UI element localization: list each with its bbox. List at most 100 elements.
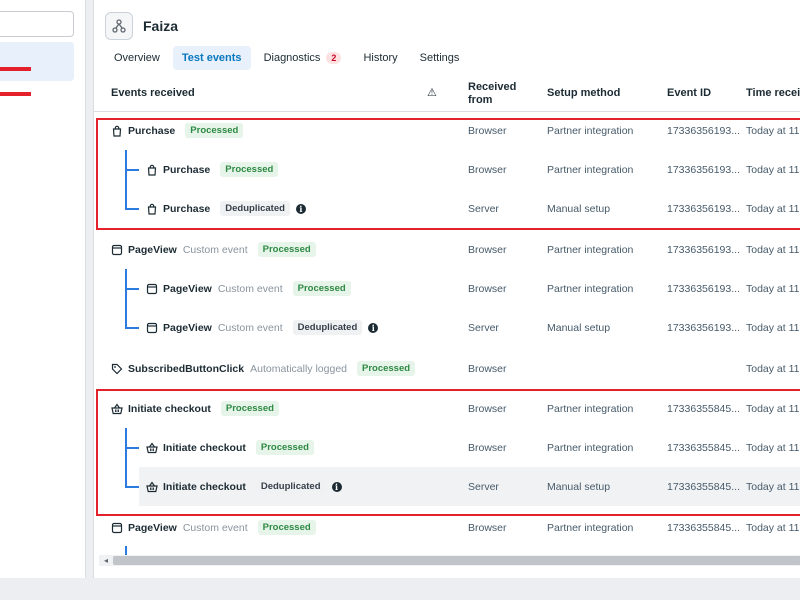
time-received-cell: Today at 11:2 — [746, 362, 800, 375]
time-received-cell: Today at 11:2 — [746, 202, 800, 215]
event-type: Custom event — [182, 243, 248, 256]
scrollbar-thumb[interactable] — [113, 556, 800, 565]
column-header-time-received: Time receiv — [746, 87, 800, 99]
time-received-cell: Today at 11:2 — [746, 480, 800, 493]
table-row[interactable]: Purchase Processed Browser Partner integrat… — [94, 150, 800, 189]
tab-overview[interactable]: Overview — [105, 46, 169, 70]
table-row[interactable]: PageView Custom event Processed Browser Part… — [94, 230, 800, 269]
received-from-cell: Browser — [468, 441, 507, 454]
event-name-cell: Purchase Processed — [111, 111, 244, 150]
horizontal-scrollbar[interactable]: ◂ — [99, 555, 800, 566]
redaction-bar — [0, 67, 31, 71]
time-received-cell: Today at 11:2 — [746, 163, 800, 176]
status-badge: Deduplicated — [220, 201, 290, 216]
event-name: Initiate checkout — [163, 480, 246, 493]
status-badge: Processed — [357, 361, 416, 376]
tab-label: Overview — [114, 52, 160, 64]
basket-icon — [146, 480, 158, 493]
event-name-cell: PageView Custom event Processed — [111, 230, 316, 269]
tree-line — [125, 169, 139, 171]
event-name-cell: Initiate checkout Deduplicated i — [146, 467, 342, 506]
event-name: PageView — [128, 243, 177, 256]
event-name-cell: Initiate checkout Processed — [111, 389, 279, 428]
table-row[interactable]: Initiate checkout Processed Browser Partner… — [94, 428, 800, 467]
setup-method-cell: Manual setup — [547, 202, 611, 215]
redaction-bar — [0, 92, 31, 96]
table-row[interactable]: Initiate checkout Deduplicated i Server Manu… — [139, 467, 800, 506]
tree-line — [125, 208, 139, 210]
event-id-cell: 17336355845... — [667, 480, 740, 493]
table-row[interactable]: SubscribedButtonClick Automatically logge… — [94, 349, 800, 388]
page-title: Faiza — [143, 18, 179, 34]
dataset-icon — [105, 12, 133, 40]
setup-method-cell: Partner integration — [547, 282, 634, 295]
page-icon — [146, 283, 158, 295]
event-name-cell: SubscribedButtonClick Automatically logge… — [111, 349, 416, 388]
page-icon — [111, 522, 123, 534]
table-row[interactable]: Initiate checkout Processed Browser Partner… — [94, 389, 800, 428]
event-id-cell: 17336356193... — [667, 202, 740, 215]
status-badge: Deduplicated — [255, 479, 326, 494]
shopping-bag-icon — [146, 164, 158, 176]
sidebar-item-selected[interactable] — [0, 42, 74, 81]
status-badge: Deduplicated — [292, 320, 363, 335]
event-name-cell: Purchase Deduplicated i — [146, 189, 306, 228]
setup-method-cell: Partner integration — [547, 441, 634, 454]
event-name-cell: Initiate checkout Processed — [146, 428, 314, 467]
table-header: Events received ⚠ Received from Setup me… — [94, 75, 800, 112]
event-name-cell: Purchase Processed — [146, 150, 279, 189]
tree-line — [125, 486, 139, 488]
basket-icon — [111, 402, 123, 415]
event-name: PageView — [128, 521, 177, 534]
page-icon — [146, 322, 158, 334]
status-badge: Processed — [257, 242, 316, 257]
setup-method-cell: Partner integration — [547, 243, 634, 256]
event-id-cell: 17336355845... — [667, 441, 740, 454]
status-badge: Processed — [257, 520, 316, 535]
info-icon[interactable]: i — [331, 481, 342, 492]
sidebar-search-input[interactable] — [0, 11, 74, 37]
time-received-cell: Today at 11:2 — [746, 402, 800, 415]
event-id-cell: 17336356193... — [667, 124, 740, 137]
scroll-left-icon[interactable]: ◂ — [101, 555, 111, 566]
tree-line — [125, 150, 127, 208]
tab-label: Diagnostics — [263, 52, 321, 64]
event-name-cell: PageView Custom event Processed — [146, 269, 351, 308]
column-header-setup-method: Setup method — [547, 87, 621, 99]
info-icon[interactable]: i — [295, 203, 306, 214]
tab-diagnostics[interactable]: Diagnostics 2 — [255, 46, 351, 70]
column-header-events: Events received — [111, 87, 195, 99]
warning-icon[interactable]: ⚠ — [427, 75, 437, 112]
status-badge: Processed — [185, 123, 244, 138]
event-id-cell: 17336356193... — [667, 163, 740, 176]
received-from-cell: Server — [468, 480, 499, 493]
tag-icon — [111, 363, 123, 375]
left-sidebar — [0, 0, 86, 578]
status-badge: Processed — [255, 440, 314, 455]
event-id-cell: 17336356193... — [667, 321, 740, 334]
tab-history[interactable]: History — [354, 46, 406, 70]
event-type: Custom event — [217, 321, 283, 334]
received-from-cell: Server — [468, 321, 499, 334]
tab-test-events[interactable]: Test events — [172, 46, 251, 70]
received-from-cell: Browser — [468, 402, 507, 415]
received-from-cell: Browser — [468, 282, 507, 295]
event-id-cell: 17336355845... — [667, 521, 740, 534]
event-name-cell: PageView Custom event Deduplicated i — [146, 308, 379, 347]
setup-method-cell: Partner integration — [547, 124, 634, 137]
event-name: PageView — [163, 321, 212, 334]
table-row[interactable]: PageView Custom event Processed Browser Part… — [94, 269, 800, 308]
table-row[interactable]: PageView Custom event Deduplicated i Server M… — [94, 308, 800, 347]
received-from-cell: Browser — [468, 521, 507, 534]
event-id-cell: 17336355845... — [667, 402, 740, 415]
tab-settings[interactable]: Settings — [411, 46, 469, 70]
received-from-cell: Browser — [468, 124, 507, 137]
shopping-bag-icon — [111, 125, 123, 137]
table-row[interactable]: Purchase Deduplicated i Server Manual setup 1… — [94, 189, 800, 228]
table-row[interactable]: PageView Custom event Processed Browser Part… — [94, 508, 800, 547]
received-from-cell: Browser — [468, 362, 507, 375]
tree-line — [125, 447, 139, 449]
dataset-header: Faiza — [105, 12, 178, 40]
table-row[interactable]: Purchase Processed Browser Partner integrat… — [94, 111, 800, 150]
info-icon[interactable]: i — [368, 322, 379, 333]
